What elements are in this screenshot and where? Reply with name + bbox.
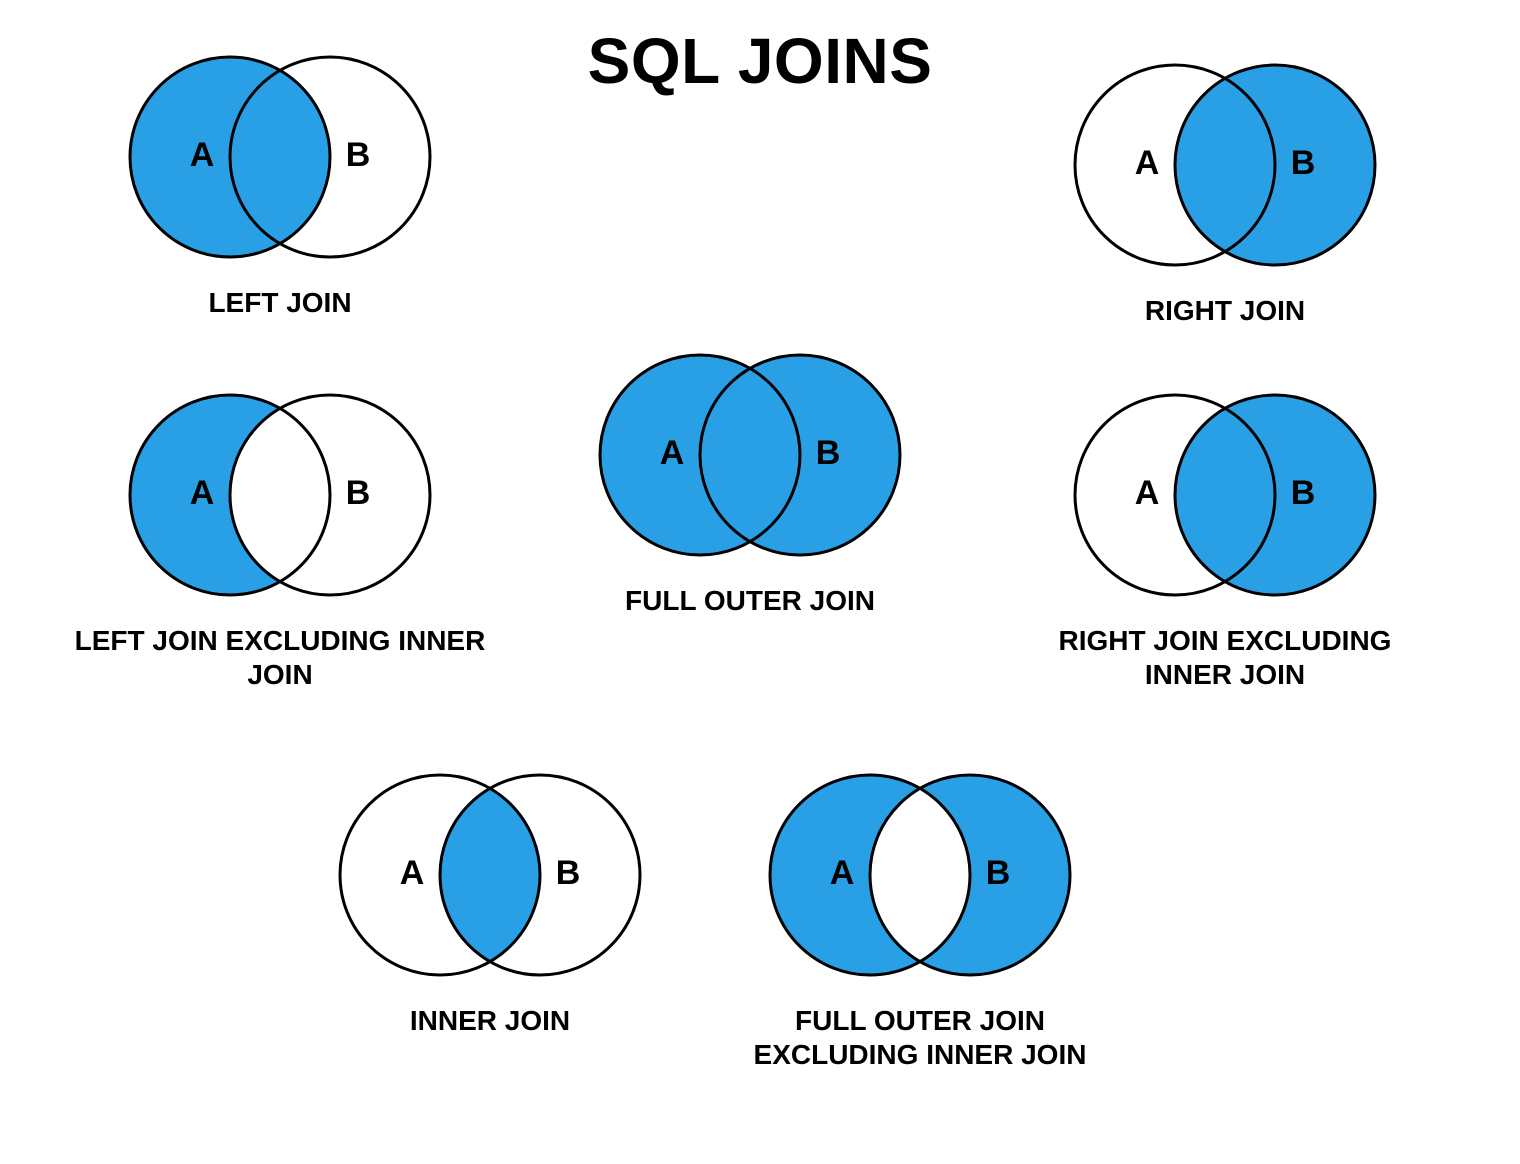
- venn-label-a: A: [190, 474, 215, 512]
- venn-inner-join-svg: A B: [300, 760, 680, 990]
- venn-right-join: A B RIGHT JOIN: [1005, 50, 1445, 328]
- venn-full-outer-excl: A B FULL OUTER JOIN EXCLUDING INNER JOIN: [700, 760, 1140, 1071]
- venn-left-join-svg: A B: [90, 42, 470, 272]
- venn-label-b: B: [346, 136, 371, 174]
- venn-left-excl-svg: A B: [90, 380, 470, 610]
- venn-label-a: A: [1135, 144, 1160, 182]
- venn-label-a: A: [830, 854, 855, 892]
- venn-label-b: B: [816, 434, 841, 472]
- venn-full-outer-excl-svg: A B: [730, 760, 1110, 990]
- caption-left-join: LEFT JOIN: [208, 286, 351, 320]
- sql-joins-diagram: SQL JOINS A B LEFT JOIN A: [0, 0, 1520, 1164]
- venn-label-b: B: [1291, 144, 1316, 182]
- venn-label-b: B: [986, 854, 1011, 892]
- caption-right-join: RIGHT JOIN: [1145, 294, 1305, 328]
- venn-right-excl-svg: A B: [1035, 380, 1415, 610]
- caption-right-excl: RIGHT JOIN EXCLUDING INNER JOIN: [1015, 624, 1435, 691]
- caption-full-outer-excl: FULL OUTER JOIN EXCLUDING INNER JOIN: [710, 1004, 1130, 1071]
- caption-left-excl: LEFT JOIN EXCLUDING INNER JOIN: [70, 624, 490, 691]
- venn-right-join-svg: A B: [1035, 50, 1415, 280]
- venn-left-join: A B LEFT JOIN: [60, 42, 500, 320]
- venn-label-a: A: [400, 854, 425, 892]
- venn-inner-join: A B INNER JOIN: [270, 760, 710, 1038]
- venn-label-b: B: [346, 474, 371, 512]
- caption-inner: INNER JOIN: [410, 1004, 570, 1038]
- venn-label-b: B: [556, 854, 581, 892]
- venn-label-a: A: [1135, 474, 1160, 512]
- venn-label-a: A: [190, 136, 215, 174]
- venn-full-outer: A B FULL OUTER JOIN: [530, 340, 970, 618]
- venn-full-outer-svg: A B: [560, 340, 940, 570]
- venn-label-a: A: [660, 434, 685, 472]
- venn-left-excl: A B LEFT JOIN EXCLUDING INNER JOIN: [60, 380, 500, 691]
- venn-right-excl: A B RIGHT JOIN EXCLUDING INNER JOIN: [1005, 380, 1445, 691]
- caption-full-outer: FULL OUTER JOIN: [625, 584, 875, 618]
- venn-label-b: B: [1291, 474, 1316, 512]
